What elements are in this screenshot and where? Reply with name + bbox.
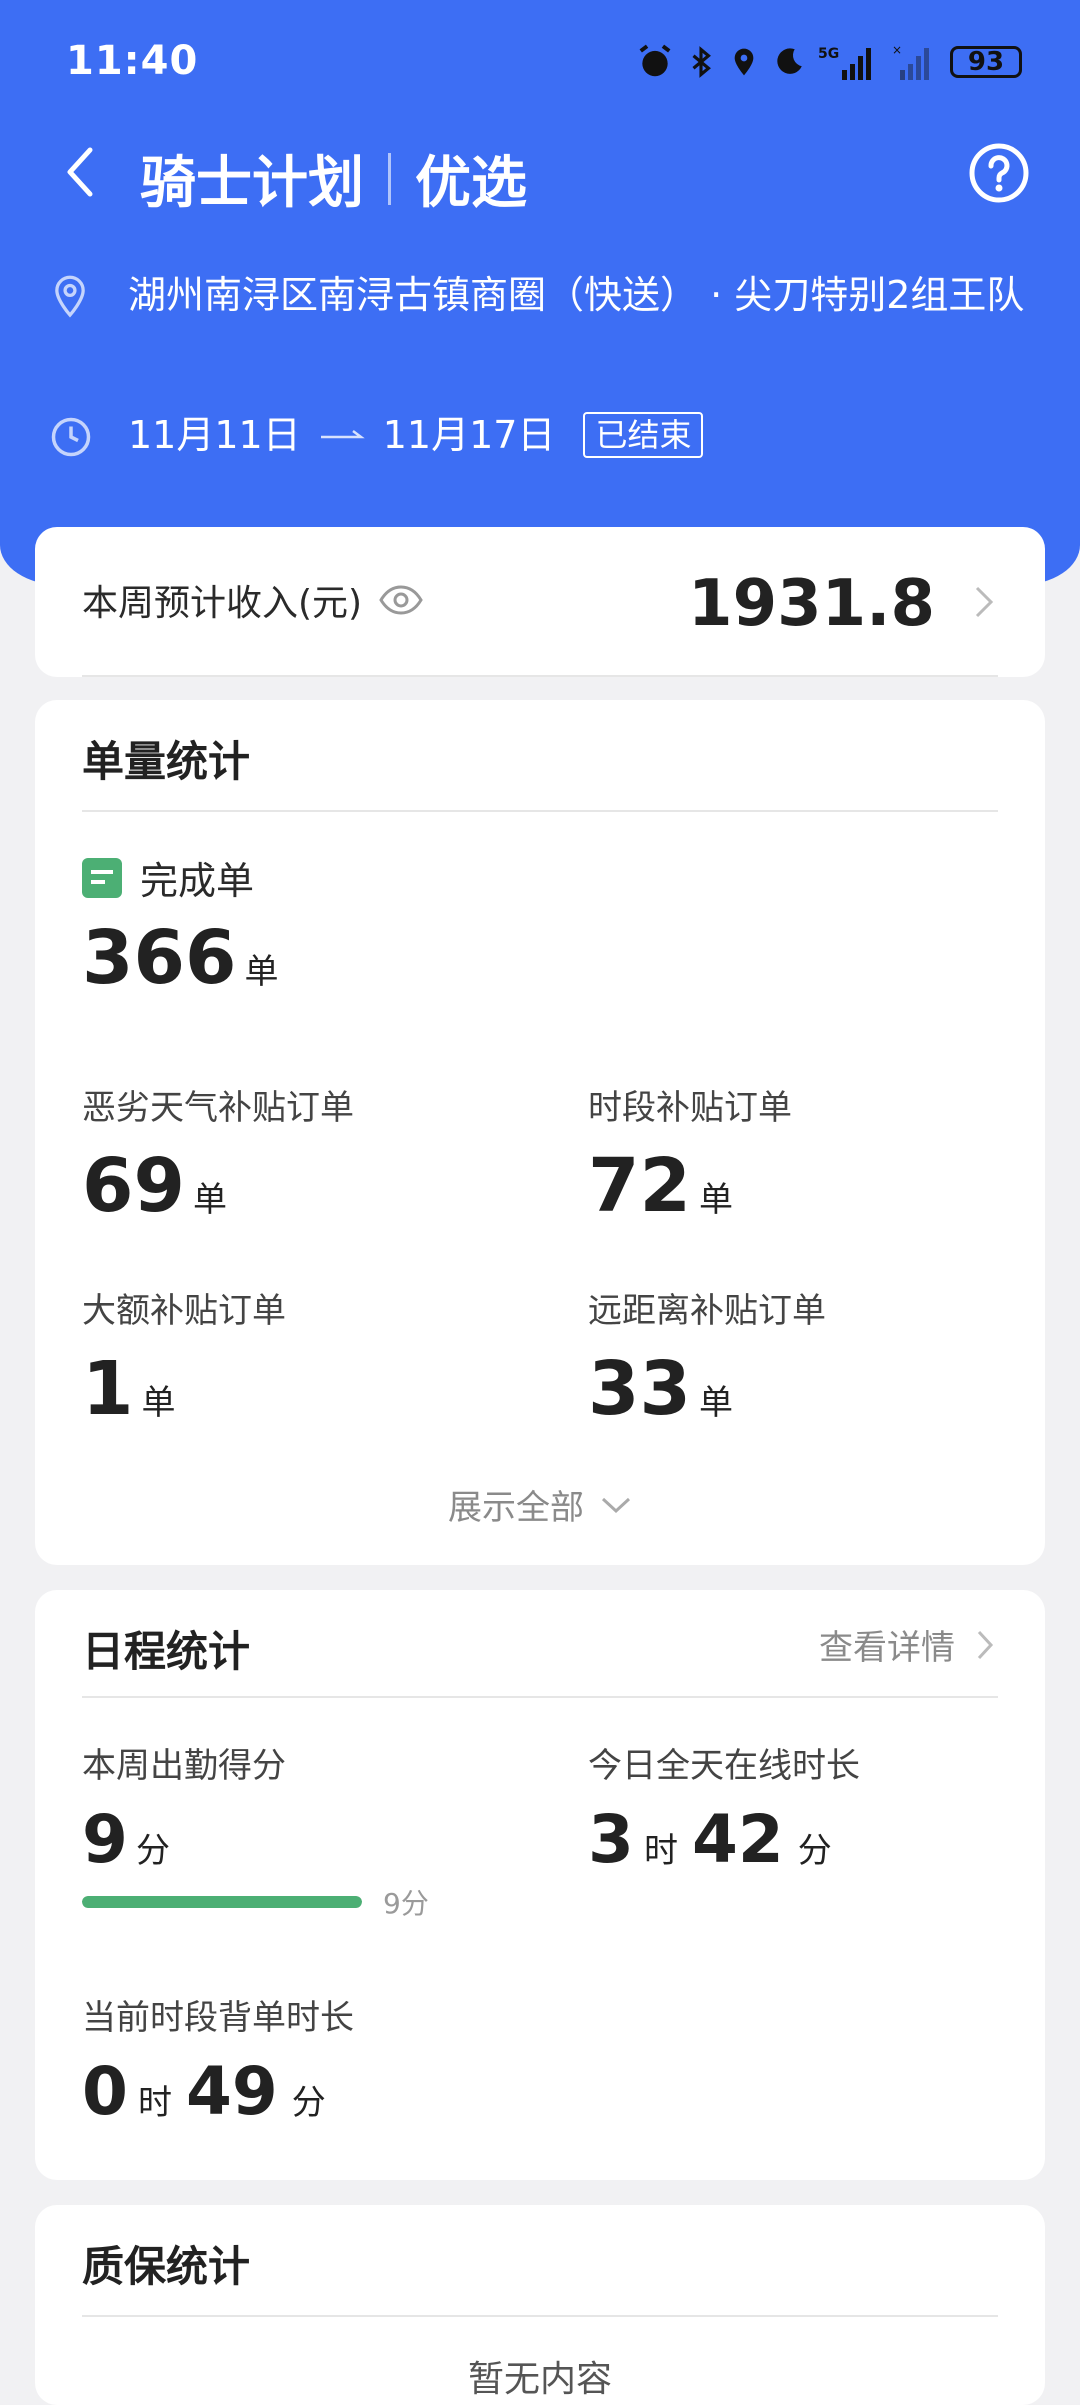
signal-5g-icon: 5G (818, 46, 871, 80)
attendance-progress-fill (82, 1896, 362, 1908)
header-background: 11:40 5G × 93 骑士计划 优选 湖州南浔区南浔古镇商圈（快送） · … (0, 0, 1080, 585)
stat-label: 时段补贴订单 (588, 1088, 792, 1128)
stat-time-slot: 时段补贴订单 72 单 (588, 1080, 792, 1229)
minute-unit: 分 (797, 1831, 832, 1871)
completed-orders-icon (82, 857, 122, 898)
completed-label-row: 完成单 (82, 850, 254, 905)
date-start: 11月11日 (128, 413, 301, 457)
unit-label: 单 (141, 1383, 176, 1423)
moon-icon (777, 48, 802, 74)
clock-icon (51, 417, 91, 457)
chevron-left-icon (67, 147, 93, 197)
stat-label: 恶劣天气补贴订单 (82, 1088, 354, 1128)
chevron-right-icon (975, 586, 994, 618)
schedule-title: 日程统计 (82, 1627, 251, 1676)
orders-title: 单量统计 (82, 737, 251, 786)
help-icon (969, 143, 1029, 203)
stat-attendance: 本周出勤得分 9分 (82, 1738, 286, 1878)
signal-weak-icon: × (892, 43, 929, 80)
nav-bar: 骑士计划 优选 (0, 130, 1080, 220)
title-separator (388, 152, 391, 205)
quality-title: 质保统计 (82, 2242, 251, 2291)
hour-unit: 时 (643, 1831, 678, 1871)
completed-value-row: 366 单 (82, 915, 278, 1001)
status-icons: 5G × 93 (636, 38, 1022, 86)
page-title: 骑士计划 优选 (140, 138, 527, 219)
stat-value: 69 (82, 1143, 185, 1229)
location-icon (55, 275, 85, 318)
online-hours: 3 (588, 1801, 634, 1878)
show-all-button[interactable]: 展示全部 (35, 1480, 1045, 1529)
divider (82, 1696, 998, 1698)
divider (82, 675, 998, 677)
stat-value: 33 (588, 1346, 691, 1432)
svg-text:5G: 5G (818, 46, 839, 62)
stat-online-duration: 今日全天在线时长 3 时 42 分 (588, 1738, 860, 1878)
view-details-link[interactable]: 查看详情 (819, 1620, 995, 1669)
attendance-progress-bar (82, 1896, 362, 1908)
quality-card: 质保统计 暂无内容 (35, 2205, 1045, 2405)
arrow-right-icon (320, 430, 365, 439)
income-label-row: 本周预计收入(元) (82, 574, 424, 626)
stat-label: 本周出勤得分 (82, 1746, 286, 1786)
date-end: 11月17日 (382, 413, 556, 457)
income-value: 1931.8 (688, 567, 935, 641)
completed-label: 完成单 (140, 859, 255, 903)
bluetooth-icon (692, 46, 711, 78)
battery-indicator: 93 (950, 46, 1022, 78)
eye-icon[interactable] (378, 585, 424, 615)
completed-value: 366 (82, 915, 237, 1001)
status-time: 11:40 (66, 38, 199, 84)
divider (82, 810, 998, 812)
stat-label: 远距离补贴订单 (588, 1291, 826, 1331)
location-text: 湖州南浔区南浔古镇商圈（快送） · 尖刀特别2组王队 (128, 273, 1025, 317)
unit-label: 分 (135, 1831, 170, 1871)
hour-unit: 时 (137, 2083, 172, 2123)
location-pin-icon (734, 48, 754, 76)
title-main: 骑士计划 (140, 151, 364, 216)
show-all-label: 展示全部 (448, 1488, 584, 1528)
status-bar: 11:40 5G × 93 (0, 0, 1080, 120)
stat-value: 9 (82, 1801, 128, 1878)
title-sub: 优选 (415, 151, 527, 216)
unit-label: 单 (698, 1180, 733, 1220)
stat-label: 大额补贴订单 (82, 1291, 286, 1331)
unit-label: 单 (244, 952, 279, 992)
minute-unit: 分 (291, 2083, 326, 2123)
unit-label: 单 (698, 1383, 733, 1423)
help-button[interactable] (968, 142, 1030, 208)
unit-label: 单 (192, 1180, 227, 1220)
attendance-progress-label: 9分 (383, 1887, 429, 1920)
svg-text:×: × (892, 43, 902, 57)
stat-long-distance: 远距离补贴订单 33 单 (588, 1283, 826, 1432)
online-minutes: 42 (691, 1801, 784, 1878)
stat-label: 当前时段背单时长 (82, 1998, 354, 2038)
stat-label: 今日全天在线时长 (588, 1746, 860, 1786)
divider (82, 2315, 998, 2317)
schedule-card: 日程统计 查看详情 本周出勤得分 9分 9分 今日全天在线时长 3 时 42 分… (35, 1590, 1045, 2180)
stat-value: 72 (588, 1143, 691, 1229)
status-badge: 已结束 (583, 412, 704, 458)
date-range: 11月11日 11月17日 已结束 (128, 410, 704, 460)
backlog-minutes: 49 (185, 2053, 278, 2130)
back-button[interactable] (60, 142, 100, 206)
stat-backlog-duration: 当前时段背单时长 0 时 49 分 (82, 1990, 354, 2130)
alarm-icon (639, 44, 671, 77)
stat-bad-weather: 恶劣天气补贴订单 69 单 (82, 1080, 354, 1229)
chevron-down-icon (601, 1497, 631, 1513)
view-details-label: 查看详情 (819, 1628, 955, 1668)
stat-value: 1 (82, 1346, 134, 1432)
backlog-hours: 0 (82, 2053, 128, 2130)
stat-large-amount: 大额补贴订单 1单 (82, 1283, 286, 1432)
chevron-right-icon (977, 1630, 994, 1659)
income-card[interactable]: 本周预计收入(元) 1931.8 (35, 527, 1045, 677)
orders-card: 单量统计 完成单 366 单 恶劣天气补贴订单 69 单 时段补贴订单 72 单 大… (35, 700, 1045, 1565)
income-label: 本周预计收入(元) (82, 583, 363, 624)
quality-empty-text: 暂无内容 (467, 2359, 612, 2400)
